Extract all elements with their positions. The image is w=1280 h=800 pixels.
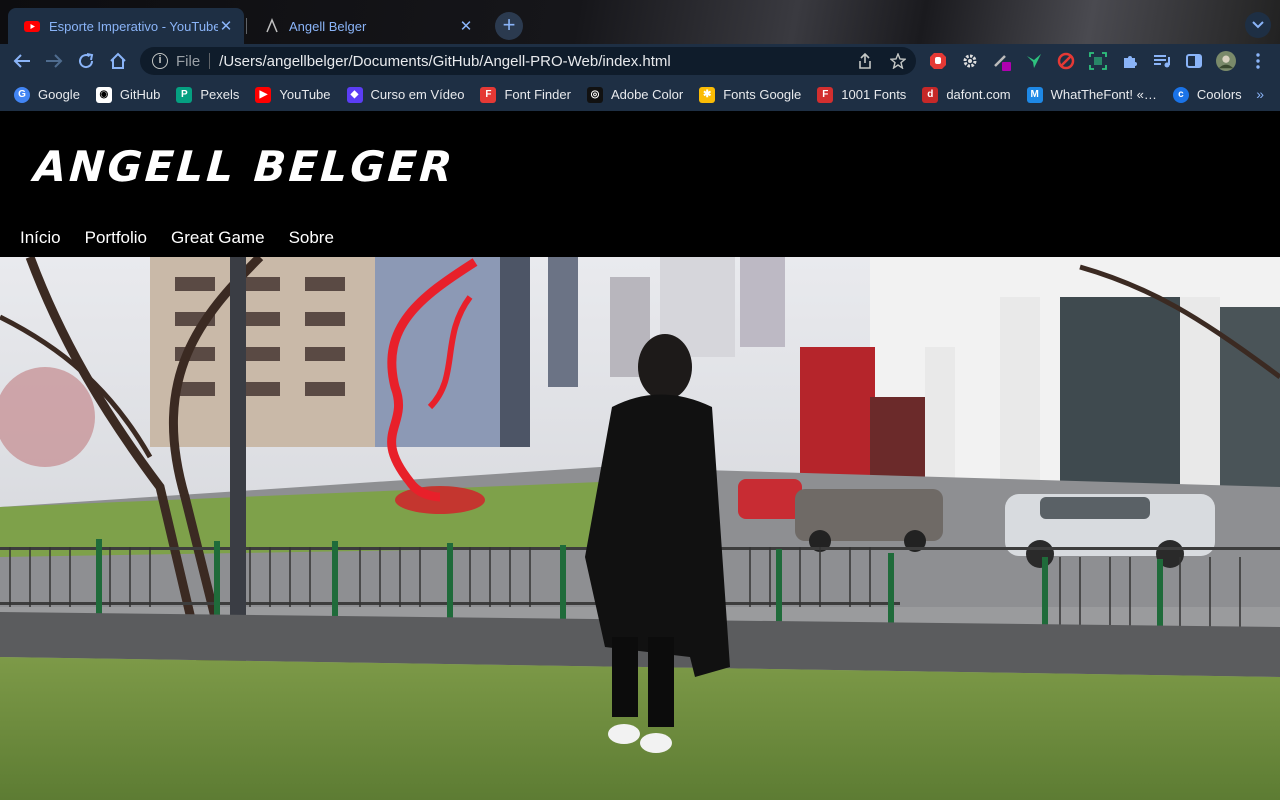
side-panel-icon[interactable] xyxy=(1184,51,1204,71)
curso-em-video-icon: ◆ xyxy=(346,86,363,103)
tab-title: Esporte Imperativo - YouTube xyxy=(49,18,218,34)
gear-extension-icon[interactable] xyxy=(960,51,980,71)
github-icon: ◉ xyxy=(95,86,112,103)
profile-avatar[interactable] xyxy=(1216,51,1236,71)
tab-youtube[interactable]: Esporte Imperativo - YouTube ✕ xyxy=(8,8,244,44)
bookmark-curso-em-video[interactable]: ◆ Curso em Vídeo xyxy=(346,86,465,103)
site-favicon-icon xyxy=(266,18,278,33)
block-extension-icon[interactable] xyxy=(1056,51,1076,71)
bookmark-google[interactable]: G Google xyxy=(14,86,80,103)
share-icon[interactable] xyxy=(858,53,872,69)
address-bar[interactable]: i File /Users/angellbelger/Documents/Git… xyxy=(140,47,916,75)
browser-toolbar: i File /Users/angellbelger/Documents/Git… xyxy=(0,44,1280,78)
adobe-color-icon: ◎ xyxy=(586,86,603,103)
bookmark-pexels[interactable]: P Pexels xyxy=(176,86,240,103)
hummingbird-extension-icon[interactable] xyxy=(1024,51,1044,71)
dafont-icon: d xyxy=(922,86,939,103)
coolors-icon: c xyxy=(1172,86,1189,103)
bookmark-coolors[interactable]: c Coolors xyxy=(1172,86,1242,103)
bookmark-label: dafont.com xyxy=(946,87,1011,102)
extensions-area xyxy=(928,51,1268,71)
site-nav: Início Portfolio Great Game Sobre xyxy=(20,228,334,248)
reading-list-icon[interactable] xyxy=(1152,51,1172,71)
pexels-icon: P xyxy=(176,86,193,103)
bookmark-label: Fonts Google xyxy=(723,87,802,102)
forward-button[interactable] xyxy=(38,47,70,75)
nav-link-sobre[interactable]: Sobre xyxy=(289,228,334,248)
site-header: ANGELL BELGER Início Portfolio Great Gam… xyxy=(0,112,1280,257)
hero-image xyxy=(0,257,1280,800)
bookmark-label: Adobe Color xyxy=(610,87,684,102)
hero-street-photo xyxy=(0,257,1280,800)
tab-angell-belger[interactable]: Angell Belger ✕ xyxy=(248,8,484,44)
tab-title: Angell Belger xyxy=(289,18,367,34)
bookmark-label: Pexels xyxy=(200,87,240,102)
reload-icon xyxy=(79,53,94,69)
bookmarks-bar: G Google ◉ GitHub P Pexels ▶ YouTube ◆ Curso em V… xyxy=(0,78,1280,112)
arrow-right-icon xyxy=(46,54,63,68)
bookmark-label: Coolors xyxy=(1196,87,1242,102)
bookmark-dafont[interactable]: d dafont.com xyxy=(922,86,1011,103)
divider xyxy=(209,53,211,69)
screenshot-extension-icon[interactable] xyxy=(1088,51,1108,71)
bookmark-label: Font Finder xyxy=(504,87,571,102)
bookmarks-overflow-icon[interactable]: » xyxy=(1256,86,1264,102)
nav-link-inicio[interactable]: Início xyxy=(20,228,61,248)
font-finder-icon: F xyxy=(480,86,497,103)
back-button[interactable] xyxy=(6,47,38,75)
bookmark-whatthefont[interactable]: M WhatTheFont! «… xyxy=(1026,86,1157,103)
site-logo[interactable]: ANGELL BELGER xyxy=(32,142,456,191)
bookmark-label: Curso em Vídeo xyxy=(370,87,465,102)
1001-fonts-icon: F xyxy=(817,86,834,103)
nav-link-great-game[interactable]: Great Game xyxy=(171,228,265,248)
bookmark-label: 1001 Fonts xyxy=(841,87,907,102)
puzzle-extensions-icon[interactable] xyxy=(1120,51,1140,71)
bookmark-label: WhatTheFont! «… xyxy=(1050,87,1157,102)
bookmark-label: YouTube xyxy=(279,87,331,102)
new-tab-button[interactable]: + xyxy=(495,12,523,40)
info-icon[interactable]: i xyxy=(152,53,168,69)
youtube-icon: ▶ xyxy=(255,86,272,103)
bookmark-youtube[interactable]: ▶ YouTube xyxy=(255,86,331,103)
color-picker-extension-icon[interactable] xyxy=(992,51,1012,71)
tab-search-button[interactable] xyxy=(1245,12,1271,38)
home-icon xyxy=(110,52,126,69)
arrow-left-icon xyxy=(13,54,30,68)
close-tab-icon[interactable]: ✕ xyxy=(458,17,474,35)
youtube-icon xyxy=(24,21,40,32)
bookmark-adobe-color[interactable]: ◎ Adobe Color xyxy=(586,86,684,103)
bookmark-font-finder[interactable]: F Font Finder xyxy=(480,86,571,103)
bookmark-1001-fonts[interactable]: F 1001 Fonts xyxy=(817,86,907,103)
url-scheme: File xyxy=(176,52,201,70)
google-icon: G xyxy=(14,86,30,103)
fonts-google-icon: ✱ xyxy=(699,86,716,103)
bookmark-github[interactable]: ◉ GitHub xyxy=(95,86,161,103)
chevron-down-icon xyxy=(1252,21,1264,29)
bookmark-star-icon[interactable] xyxy=(890,53,906,69)
url-text: /Users/angellbelger/Documents/GitHub/Ang… xyxy=(219,52,671,70)
reload-button[interactable] xyxy=(70,47,102,75)
bookmark-label: GitHub xyxy=(119,87,161,102)
nav-link-portfolio[interactable]: Portfolio xyxy=(85,228,147,248)
tab-divider xyxy=(246,18,247,34)
more-menu-icon[interactable] xyxy=(1248,51,1268,71)
home-button[interactable] xyxy=(102,47,134,75)
close-tab-icon[interactable]: ✕ xyxy=(218,17,234,35)
whatthefont-icon: M xyxy=(1026,86,1043,103)
bookmark-label: Google xyxy=(38,87,80,102)
adblock-extension-icon[interactable] xyxy=(928,51,948,71)
bookmark-fonts-google[interactable]: ✱ Fonts Google xyxy=(699,86,802,103)
tab-strip: Esporte Imperativo - YouTube ✕ Angell Be… xyxy=(0,0,1280,44)
